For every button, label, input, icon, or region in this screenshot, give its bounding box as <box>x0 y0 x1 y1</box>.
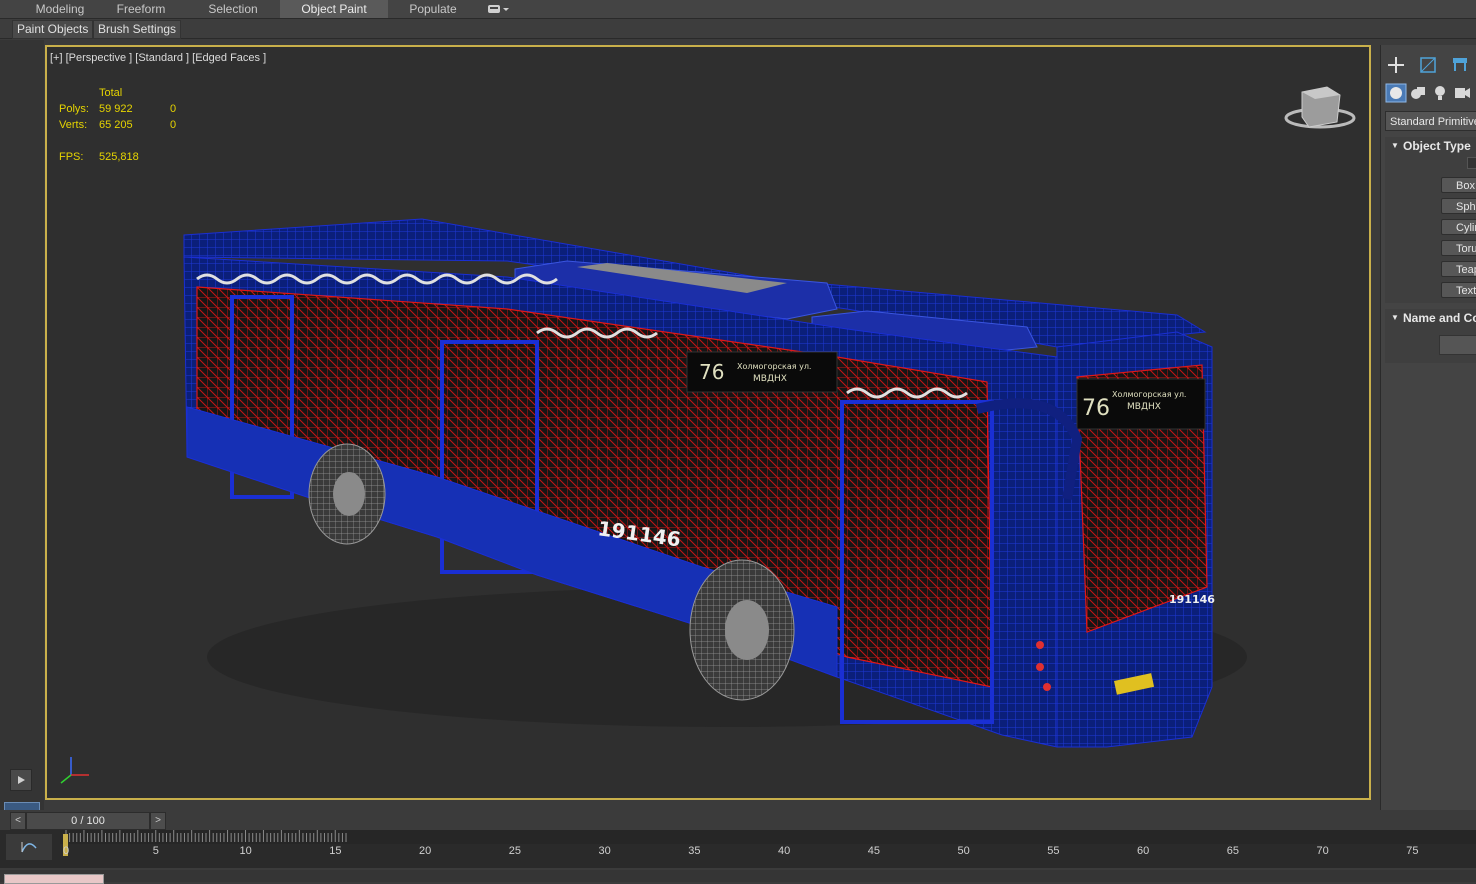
route-number-side: 76 <box>699 360 724 384</box>
frame-tick-label: 0 <box>63 845 70 857</box>
frame-tick-label: 25 <box>508 845 521 857</box>
frame-tick-label: 70 <box>1316 845 1329 857</box>
name-and-color-label: Name and Color <box>1403 311 1476 325</box>
track-ticks <box>60 830 1476 856</box>
geometry-icon[interactable] <box>1385 83 1407 103</box>
cylinder-button[interactable]: Cylinder <box>1441 219 1476 235</box>
box-button[interactable]: Box <box>1441 177 1476 193</box>
fps-label: FPS: <box>59 151 84 163</box>
sphere-button[interactable]: Sphere <box>1441 198 1476 214</box>
destination-side-line2: МВДНХ <box>753 374 787 384</box>
time-slider[interactable]: < 0 / 100 > <box>8 812 166 830</box>
autogrid-checkbox[interactable] <box>1467 157 1476 169</box>
cameras-icon[interactable] <box>1451 83 1473 103</box>
tab-populate[interactable]: Populate <box>395 0 471 18</box>
object-name-field[interactable] <box>1439 335 1476 355</box>
fps-value: 525,818 <box>99 151 139 163</box>
maxscript-listener-field[interactable] <box>4 874 104 884</box>
object-type-label: Object Type <box>1403 139 1471 153</box>
viewport-layout-strip <box>0 40 44 844</box>
destination-front-line1: Холмогорская ул. <box>1112 390 1186 399</box>
perspective-viewport[interactable]: 76 Холмогорская ул. МВДНХ 76 Холмогорска… <box>45 45 1371 800</box>
name-and-color-title[interactable]: ▼ Name and Color <box>1385 309 1476 327</box>
bus-model: 76 Холмогорская ул. МВДНХ 76 Холмогорска… <box>60 86 1356 784</box>
frame-tick-label: 55 <box>1047 845 1060 857</box>
frame-tick-label: 15 <box>329 845 342 857</box>
ribbon-options-icon[interactable] <box>486 3 510 15</box>
viewport-label[interactable]: [+] [Perspective ] [Standard ] [Edged Fa… <box>50 52 266 64</box>
collapse-triangle-icon: ▼ <box>1391 141 1399 150</box>
ribbon-panel: Paint Objects Brush Settings <box>0 19 1476 39</box>
mini-curve-editor-button[interactable] <box>6 834 52 860</box>
track-bar[interactable]: 0 5 10 15 20 25 30 35 40 45 50 55 60 65 70 75 <box>0 830 1476 868</box>
route-number-front: 76 <box>1082 396 1110 421</box>
paint-objects-button[interactable]: Paint Objects <box>12 20 94 39</box>
polys-total: 59 922 <box>99 103 133 115</box>
expand-layouts-button[interactable] <box>10 769 32 791</box>
tab-object-paint[interactable]: Object Paint <box>280 0 388 18</box>
time-slider-handle[interactable]: 0 / 100 <box>26 812 150 830</box>
torus-button[interactable]: Torus <box>1441 240 1476 256</box>
verts-label: Verts: <box>59 119 88 131</box>
name-and-color-rollout: ▼ Name and Color <box>1385 309 1476 363</box>
tab-freeform[interactable]: Freeform <box>100 0 182 18</box>
polys-selected: 0 <box>170 103 177 115</box>
modify-icon[interactable] <box>1417 55 1439 75</box>
status-bar <box>0 870 1476 884</box>
prev-frame-button[interactable]: < <box>10 812 26 830</box>
frame-tick-label: 5 <box>152 845 159 857</box>
frame-tick-label: 65 <box>1226 845 1239 857</box>
tab-selection[interactable]: Selection <box>190 0 276 18</box>
object-type-title[interactable]: ▼ Object Type <box>1385 137 1471 155</box>
create-icon[interactable] <box>1385 55 1407 75</box>
polys-label: Polys: <box>59 103 89 115</box>
frame-tick-label: 35 <box>688 845 701 857</box>
verts-selected: 0 <box>170 119 177 131</box>
frame-tick-label: 30 <box>598 845 611 857</box>
frame-tick-label: 50 <box>957 845 970 857</box>
shapes-icon[interactable] <box>1407 83 1429 103</box>
teapot-button[interactable]: Teapot <box>1441 261 1476 277</box>
verts-total: 65 205 <box>99 119 133 131</box>
destination-side-line1: Холмогорская ул. <box>737 362 811 371</box>
frame-tick-label: 45 <box>867 845 880 857</box>
next-frame-button[interactable]: > <box>150 812 166 830</box>
frame-tick-label: 20 <box>419 845 432 857</box>
hierarchy-icon[interactable] <box>1449 55 1471 75</box>
brush-settings-button[interactable]: Brush Settings <box>93 20 182 39</box>
command-panel: Standard Primitives ▼ Object Type Box Sph… <box>1380 45 1476 810</box>
play-icon <box>18 776 25 784</box>
stats-total-header: Total <box>99 87 123 99</box>
curve-icon <box>21 842 37 853</box>
collapse-triangle-icon: ▼ <box>1391 313 1399 322</box>
ribbon-tabs: Modeling Freeform Selection Object Paint… <box>0 0 1476 19</box>
frame-tick-label: 75 <box>1406 845 1419 857</box>
frame-tick-label: 10 <box>239 845 252 857</box>
textplus-button[interactable]: TextPlus <box>1441 282 1476 298</box>
object-type-rollout: ▼ Object Type Box Sphere Cylinder Torus T… <box>1385 137 1476 303</box>
destination-front-line2: МВДНХ <box>1127 402 1161 412</box>
front-fleet-number: 191146 <box>1169 593 1215 606</box>
tab-modeling[interactable]: Modeling <box>15 0 105 18</box>
primitive-type-dropdown[interactable]: Standard Primitives <box>1385 111 1476 131</box>
frame-tick-label: 60 <box>1137 845 1150 857</box>
frame-tick-label: 40 <box>778 845 791 857</box>
lights-icon[interactable] <box>1429 83 1451 103</box>
timeline-area: < 0 / 100 > 0 5 10 15 20 25 30 35 40 45 50 55 60 65 70… <box>0 810 1476 884</box>
